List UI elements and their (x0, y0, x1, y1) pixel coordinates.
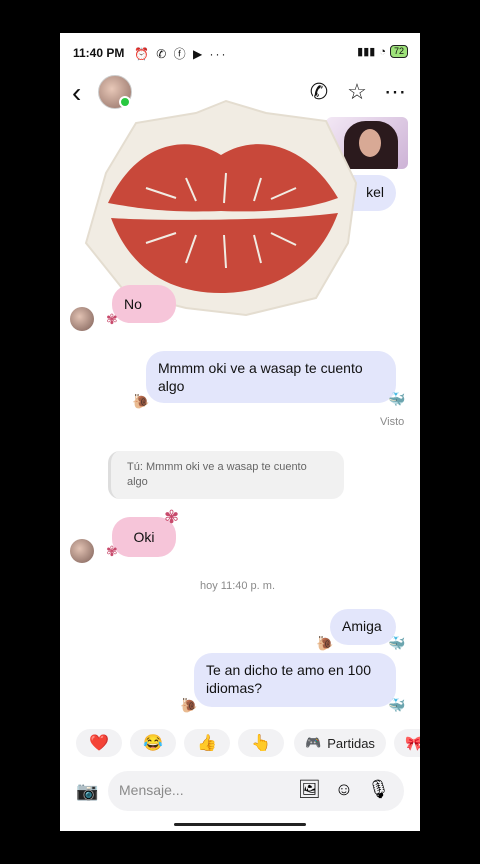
reply-quote[interactable]: Tú: Mmmm oki ve a wasap te cuento algo (108, 451, 344, 499)
gallery-icon[interactable]: 🖼 (298, 779, 321, 800)
message-text: kel (366, 184, 384, 200)
status-bar: 11:40 PM ⏰ ✆ ⓕ ▶ ··· ▮▮▮ ◔ 72 (60, 33, 420, 71)
message-outgoing-oki[interactable]: Mmmm oki ve a wasap te cuento algo (146, 351, 396, 403)
chat-screen: 11:40 PM ⏰ ✆ ⓕ ▶ ··· ▮▮▮ ◔ 72 ‹ ✆ ☆ ⋯ ke… (60, 33, 420, 831)
camera-icon[interactable]: 📷 (76, 781, 98, 802)
reaction-more[interactable]: 🎀 (394, 729, 420, 757)
games-button[interactable]: 🎮 Partidas (294, 729, 386, 757)
snail-sticker-icon: 🐌 (180, 697, 198, 713)
reply-quote-text: Tú: Mmmm oki ve a wasap te cuento algo (127, 461, 307, 488)
composer-actions: 🖼 ☺ 🎙 (298, 779, 390, 800)
snail-sticker-icon: 🐌 (316, 635, 334, 651)
point-up-icon: 👆 (251, 735, 271, 752)
message-text: Amiga (342, 618, 382, 634)
wifi-icon: ◔ (379, 45, 386, 58)
bow-icon: 🎀 (405, 734, 420, 751)
reaction-point-up[interactable]: 👆 (238, 729, 284, 757)
flower-sticker-icon: ✾ (106, 311, 118, 327)
message-placeholder: Mensaje... (119, 782, 184, 798)
message-incoming-no[interactable]: No (112, 285, 176, 323)
heart-icon: ❤️ (89, 735, 109, 752)
notification-icons: ⏰ ✆ ⓕ ▶ ··· (134, 47, 228, 61)
reaction-thumbs-up[interactable]: 👍 (184, 729, 230, 757)
games-label: Partidas (327, 735, 375, 751)
message-text: Oki (133, 529, 155, 545)
message-text: Mmmm oki ve a wasap te cuento algo (158, 360, 363, 394)
message-text: Te an dicho te amo en 100 idiomas? (206, 662, 372, 696)
quick-reactions-bar: ❤️ 😂 👍 👆 🎮 Partidas 🎀 (60, 727, 420, 761)
snail-sticker-icon: 🐌 (132, 393, 150, 409)
microphone-icon[interactable]: 🎙 (367, 779, 390, 800)
flower-sticker-icon: ✾ (164, 507, 180, 527)
whale-sticker-icon: 🐳 (388, 391, 406, 407)
reaction-laugh[interactable]: 😂 (130, 729, 176, 757)
laugh-icon: 😂 (143, 735, 163, 752)
gamepad-icon: 🎮 (305, 735, 322, 750)
flower-sticker-icon: ✾ (106, 543, 118, 559)
seen-status: Visto (380, 416, 405, 428)
message-text: No (124, 296, 142, 312)
sticker-icon[interactable]: ☺ (335, 779, 353, 800)
system-icons: ▮▮▮ ◔ 72 (357, 45, 408, 58)
whale-sticker-icon: 🐳 (388, 697, 406, 713)
signal-icon: ▮▮▮ (357, 46, 376, 58)
timestamp: hoy 11:40 p. m. (200, 580, 276, 592)
contact-avatar-small[interactable] (70, 539, 94, 563)
thumbs-up-icon: 👍 (197, 735, 217, 752)
reaction-heart[interactable]: ❤️ (76, 729, 122, 757)
status-time: 11:40 PM (73, 46, 125, 60)
message-outgoing-question[interactable]: Te an dicho te amo en 100 idiomas? (194, 653, 396, 707)
whale-sticker-icon: 🐳 (388, 635, 406, 651)
message-input[interactable]: Mensaje... 🖼 ☺ 🎙 (108, 771, 404, 811)
home-indicator (174, 823, 306, 826)
contact-avatar-small[interactable] (70, 307, 94, 331)
battery-icon: 72 (389, 45, 408, 58)
more-icon[interactable]: ⋯ (384, 79, 406, 105)
message-outgoing-amiga[interactable]: Amiga (330, 609, 396, 645)
